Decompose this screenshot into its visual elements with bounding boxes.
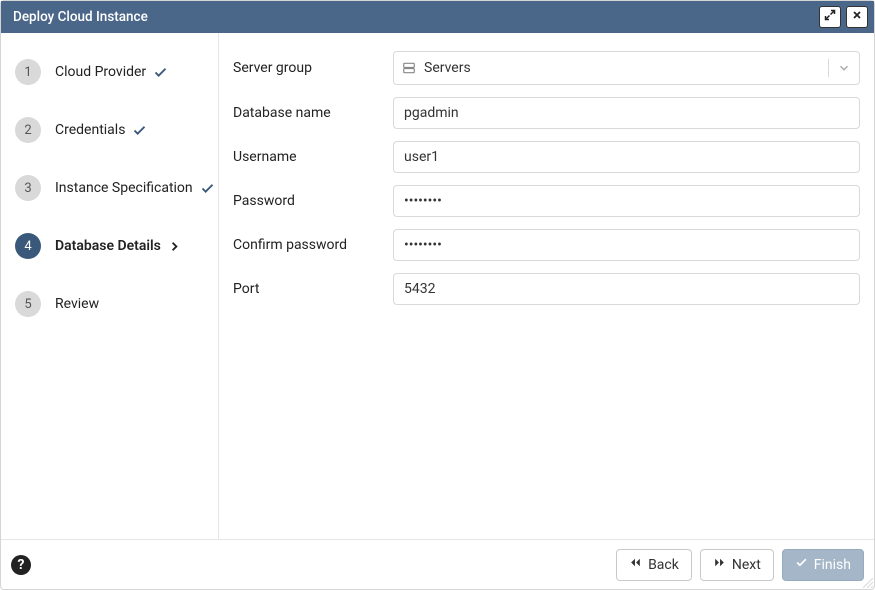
step-instance-specification[interactable]: 3 Instance Specification <box>15 159 210 217</box>
dialog-header: Deploy Cloud Instance <box>1 1 874 33</box>
label-port: Port <box>233 281 393 297</box>
label-confirm-password: Confirm password <box>233 237 393 253</box>
step-label: Cloud Provider <box>55 64 146 80</box>
label-password: Password <box>233 193 393 209</box>
label-username: Username <box>233 149 393 165</box>
check-icon <box>132 123 147 138</box>
step-review[interactable]: 5 Review <box>15 275 210 333</box>
back-label: Back <box>648 557 679 573</box>
step-label: Credentials <box>55 122 125 138</box>
maximize-icon <box>824 9 836 25</box>
help-button[interactable]: ? <box>11 555 31 575</box>
check-icon <box>200 181 215 196</box>
label-server-group: Server group <box>233 60 393 76</box>
row-server-group: Server group Servers <box>233 51 860 85</box>
help-icon: ? <box>18 557 25 573</box>
username-input[interactable] <box>393 141 860 173</box>
dialog-title: Deploy Cloud Instance <box>13 9 148 25</box>
row-port: Port <box>233 273 860 305</box>
next-button[interactable]: Next <box>700 549 774 581</box>
password-input[interactable] <box>393 185 860 217</box>
step-number-badge: 1 <box>15 59 41 85</box>
port-input[interactable] <box>393 273 860 305</box>
forward-icon <box>713 556 726 573</box>
maximize-button[interactable] <box>819 6 841 28</box>
step-number-badge: 5 <box>15 291 41 317</box>
step-cloud-provider[interactable]: 1 Cloud Provider <box>15 43 210 101</box>
step-label: Database Details <box>55 238 161 254</box>
check-icon <box>795 556 808 573</box>
chevron-right-icon <box>167 239 182 254</box>
step-label: Instance Specification <box>55 180 193 196</box>
row-database-name: Database name <box>233 97 860 129</box>
next-label: Next <box>732 557 761 573</box>
back-button[interactable]: Back <box>616 549 692 581</box>
finish-label: Finish <box>814 557 851 573</box>
step-credentials[interactable]: 2 Credentials <box>15 101 210 159</box>
row-username: Username <box>233 141 860 173</box>
step-label: Review <box>55 296 99 312</box>
wizard-sidebar: 1 Cloud Provider 2 Credentials 3 Instanc… <box>1 33 219 539</box>
step-number-badge: 3 <box>15 175 41 201</box>
server-icon <box>402 61 416 75</box>
label-database-name: Database name <box>233 105 393 121</box>
form-content: Server group Servers Database name <box>219 33 874 539</box>
database-name-input[interactable] <box>393 97 860 129</box>
rewind-icon <box>629 556 642 573</box>
header-controls <box>819 6 868 28</box>
close-icon <box>851 9 863 25</box>
confirm-password-input[interactable] <box>393 229 860 261</box>
step-number-badge: 4 <box>15 233 41 259</box>
row-password: Password <box>233 185 860 217</box>
chevron-down-icon <box>837 61 851 75</box>
check-icon <box>153 65 168 80</box>
step-number-badge: 2 <box>15 117 41 143</box>
dialog-body: 1 Cloud Provider 2 Credentials 3 Instanc… <box>1 33 874 539</box>
dialog-footer: ? Back Next Finish <box>1 539 874 589</box>
server-group-value: Servers <box>424 60 820 76</box>
finish-button[interactable]: Finish <box>782 549 864 581</box>
server-group-select[interactable]: Servers <box>393 51 860 85</box>
step-database-details[interactable]: 4 Database Details <box>15 217 210 275</box>
select-divider <box>828 59 829 77</box>
row-confirm-password: Confirm password <box>233 229 860 261</box>
close-button[interactable] <box>846 6 868 28</box>
